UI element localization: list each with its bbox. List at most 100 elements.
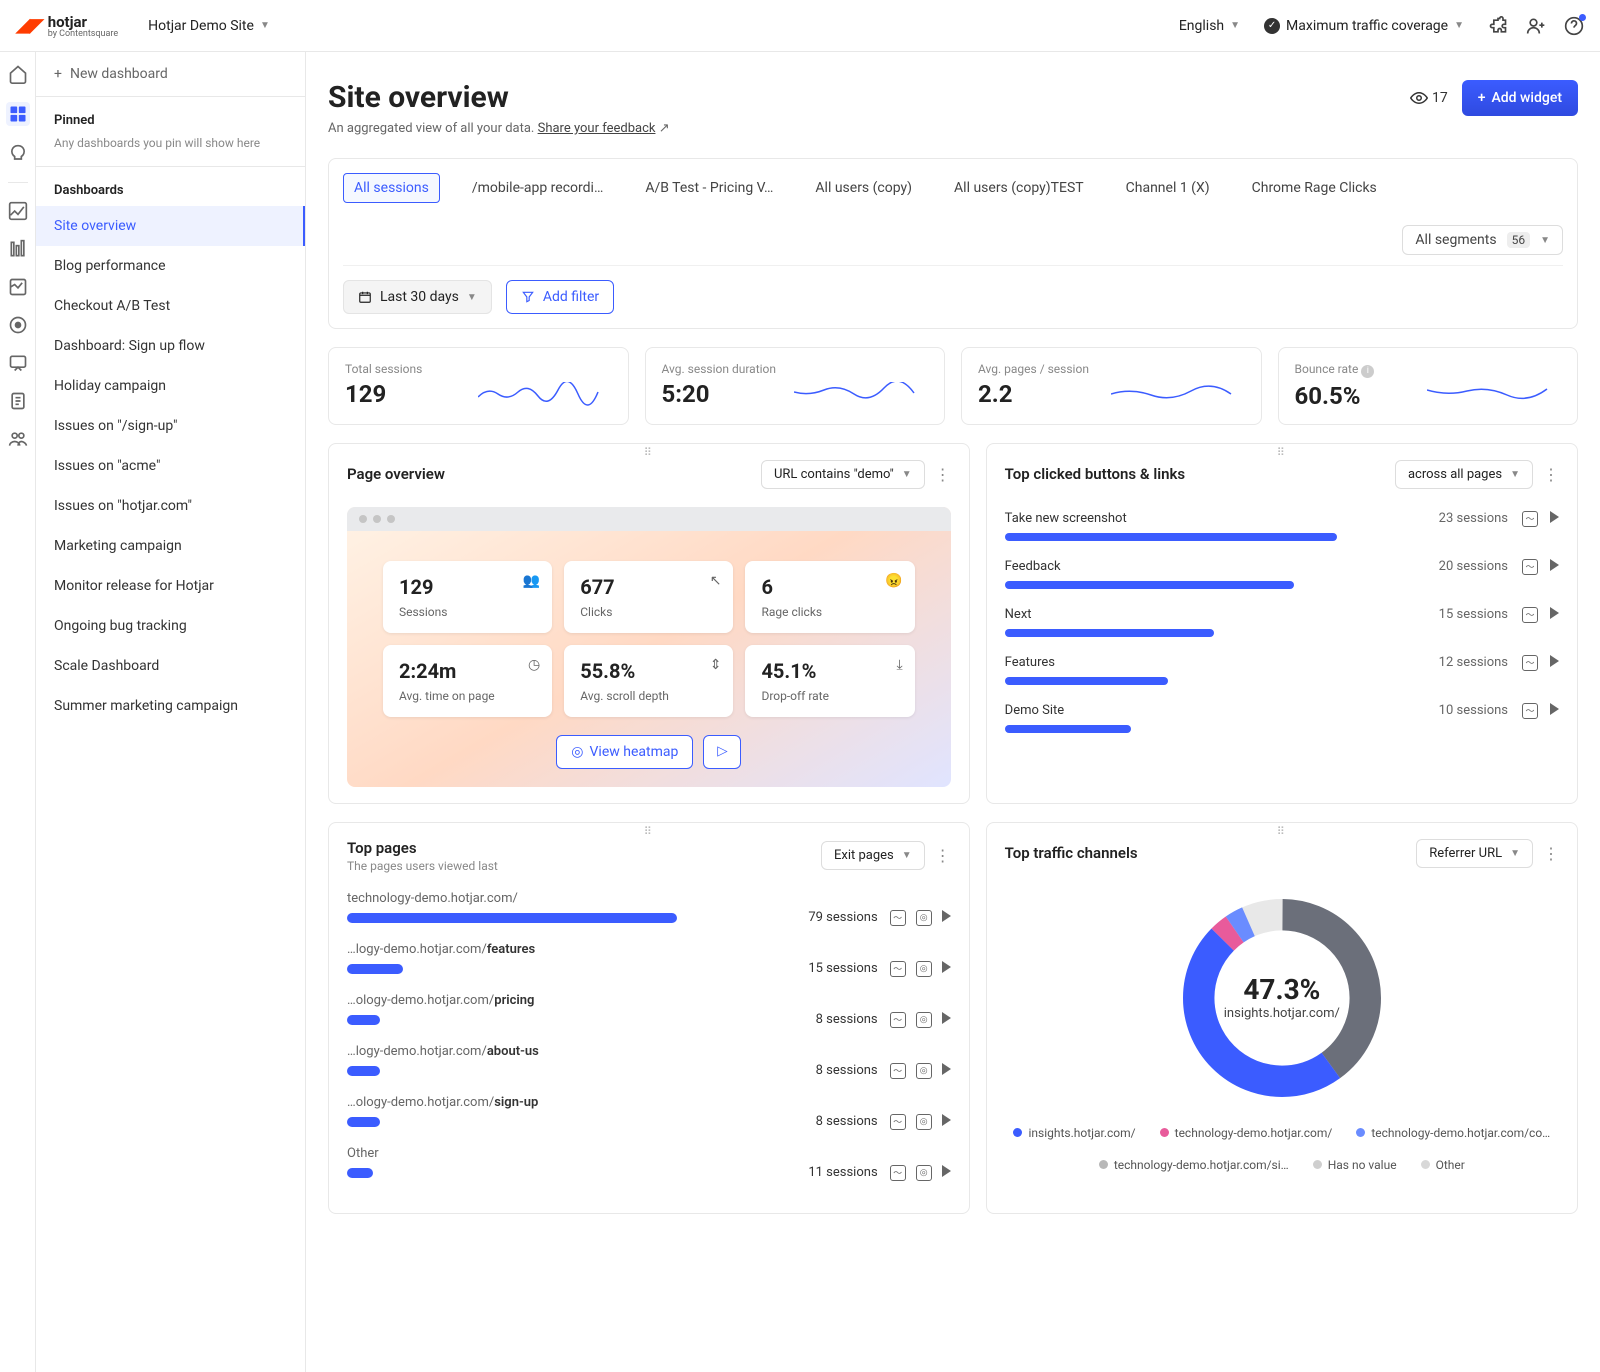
segment-tab[interactable]: Chrome Rage Clicks [1242, 174, 1387, 202]
legend-item[interactable]: insights.hotjar.com/ [1013, 1126, 1135, 1140]
add-filter-button[interactable]: Add filter [506, 280, 614, 314]
kpi-card[interactable]: Avg. session duration 5:20 [645, 347, 946, 425]
segment-tab[interactable]: All users (copy)TEST [944, 174, 1094, 202]
view-heatmap-button[interactable]: ◎ View heatmap [556, 735, 693, 769]
top-clicked-filter[interactable]: across all pages ▼ [1395, 460, 1533, 489]
more-options-icon[interactable]: ⋮ [935, 465, 951, 484]
invite-user-icon[interactable] [1526, 16, 1546, 36]
sidebar-item[interactable]: Monitor release for Hotjar [36, 566, 305, 606]
trend-icon[interactable]: 〜 [1522, 655, 1538, 671]
sidebar-item[interactable]: Issues on "/sign-up" [36, 406, 305, 446]
sidebar-item[interactable]: Issues on "hotjar.com" [36, 486, 305, 526]
trend-icon[interactable]: 〜 [1522, 559, 1538, 575]
sidebar-item[interactable]: Site overview [36, 206, 305, 246]
legend-label: Has no value [1328, 1158, 1397, 1172]
trend-icon[interactable]: 〜 [1522, 607, 1538, 623]
sidebar-item[interactable]: Holiday campaign [36, 366, 305, 406]
kpi-card[interactable]: Total sessions 129 [328, 347, 629, 425]
all-segments-button[interactable]: All segments 56 ▼ [1402, 225, 1563, 255]
dashboards-icon[interactable] [6, 102, 30, 126]
segment-tab[interactable]: All users (copy) [805, 174, 922, 202]
funnels-icon[interactable] [8, 239, 28, 259]
play-icon[interactable] [1550, 559, 1559, 571]
play-icon[interactable] [942, 1165, 951, 1177]
play-icon[interactable] [942, 1063, 951, 1075]
sessions-count: 8 sessions [816, 1012, 878, 1027]
recordings-icon[interactable] [8, 315, 28, 335]
sidebar-item[interactable]: Blog performance [36, 246, 305, 286]
site-selector[interactable]: Hotjar Demo Site ▼ [148, 18, 270, 34]
target-icon[interactable]: ◎ [916, 1012, 932, 1028]
target-icon[interactable]: ◎ [916, 910, 932, 926]
target-icon[interactable]: ◎ [916, 961, 932, 977]
target-icon[interactable]: ◎ [916, 1114, 932, 1130]
segment-tab[interactable]: All sessions [343, 173, 440, 203]
sidebar-item[interactable]: Checkout A/B Test [36, 286, 305, 326]
kpi-card[interactable]: Avg. pages / session 2.2 [961, 347, 1262, 425]
traffic-coverage-selector[interactable]: ✓ Maximum traffic coverage ▼ [1264, 18, 1464, 34]
bar-track [1005, 677, 1338, 685]
trend-icon[interactable]: 〜 [1522, 703, 1538, 719]
feedback-icon[interactable] [8, 353, 28, 373]
page-overview-filter[interactable]: URL contains "demo" ▼ [761, 460, 925, 489]
sidebar-item[interactable]: Dashboard: Sign up flow [36, 326, 305, 366]
legend-item[interactable]: technology-demo.hotjar.com/ [1160, 1126, 1333, 1140]
trend-icon[interactable]: 〜 [890, 961, 906, 977]
kpi-card[interactable]: Bounce rate i 60.5% [1278, 347, 1579, 425]
sidebar-item[interactable]: Summer marketing campaign [36, 686, 305, 726]
sidebar-item[interactable]: Scale Dashboard [36, 646, 305, 686]
segment-tab[interactable]: Channel 1 (X) [1116, 174, 1220, 202]
segment-tab[interactable]: /mobile-app recordi… [462, 174, 613, 202]
more-options-icon[interactable]: ⋮ [935, 846, 951, 865]
interviews-icon[interactable] [8, 429, 28, 449]
more-options-icon[interactable]: ⋮ [1543, 465, 1559, 484]
trend-icon[interactable]: 〜 [890, 1165, 906, 1181]
surveys-icon[interactable] [8, 391, 28, 411]
heatmaps-icon[interactable] [8, 277, 28, 297]
drag-handle-icon[interactable]: ⠿ [644, 446, 654, 459]
puzzle-icon[interactable] [1488, 16, 1508, 36]
help-icon[interactable] [1564, 16, 1584, 36]
play-icon[interactable] [1550, 655, 1559, 667]
target-icon[interactable]: ◎ [916, 1165, 932, 1181]
page-title: Site overview [328, 80, 670, 115]
date-range-button[interactable]: Last 30 days ▼ [343, 280, 492, 314]
drag-handle-icon[interactable]: ⠿ [1277, 446, 1287, 459]
highlights-icon[interactable] [8, 144, 28, 164]
play-icon[interactable] [1550, 703, 1559, 715]
home-icon[interactable] [8, 64, 28, 84]
legend-item[interactable]: technology-demo.hotjar.com/si… [1099, 1158, 1289, 1172]
trend-icon[interactable]: 〜 [890, 1114, 906, 1130]
sidebar-item[interactable]: Marketing campaign [36, 526, 305, 566]
trend-icon[interactable]: 〜 [890, 910, 906, 926]
play-icon[interactable] [1550, 607, 1559, 619]
target-icon[interactable]: ◎ [916, 1063, 932, 1079]
brand-logo[interactable]: ◢◤ hotjar by Contentsquare [16, 12, 118, 39]
play-icon[interactable] [942, 1114, 951, 1126]
traffic-filter[interactable]: Referrer URL ▼ [1416, 839, 1533, 868]
play-icon[interactable] [942, 910, 951, 922]
drag-handle-icon[interactable]: ⠿ [1277, 825, 1287, 838]
sidebar-item[interactable]: Issues on "acme" [36, 446, 305, 486]
page-bar [347, 1015, 380, 1025]
new-dashboard-button[interactable]: + New dashboard [36, 52, 305, 97]
play-icon[interactable] [942, 961, 951, 973]
trends-icon[interactable] [8, 201, 28, 221]
more-options-icon[interactable]: ⋮ [1543, 844, 1559, 863]
legend-item[interactable]: technology-demo.hotjar.com/co… [1356, 1126, 1550, 1140]
trend-icon[interactable]: 〜 [890, 1063, 906, 1079]
segment-tab[interactable]: A/B Test - Pricing V… [635, 174, 783, 202]
sidebar-item[interactable]: Ongoing bug tracking [36, 606, 305, 646]
legend-item[interactable]: Other [1421, 1158, 1465, 1172]
language-selector[interactable]: English ▼ [1179, 18, 1240, 34]
play-recording-button[interactable]: ▷ [703, 735, 741, 769]
top-pages-filter[interactable]: Exit pages ▼ [821, 841, 925, 870]
drag-handle-icon[interactable]: ⠿ [644, 825, 654, 838]
play-icon[interactable] [942, 1012, 951, 1024]
share-feedback-link[interactable]: Share your feedback [538, 121, 656, 136]
play-icon[interactable] [1550, 511, 1559, 523]
trend-icon[interactable]: 〜 [1522, 511, 1538, 527]
legend-item[interactable]: Has no value [1313, 1158, 1397, 1172]
add-widget-button[interactable]: + Add widget [1462, 80, 1578, 116]
trend-icon[interactable]: 〜 [890, 1012, 906, 1028]
